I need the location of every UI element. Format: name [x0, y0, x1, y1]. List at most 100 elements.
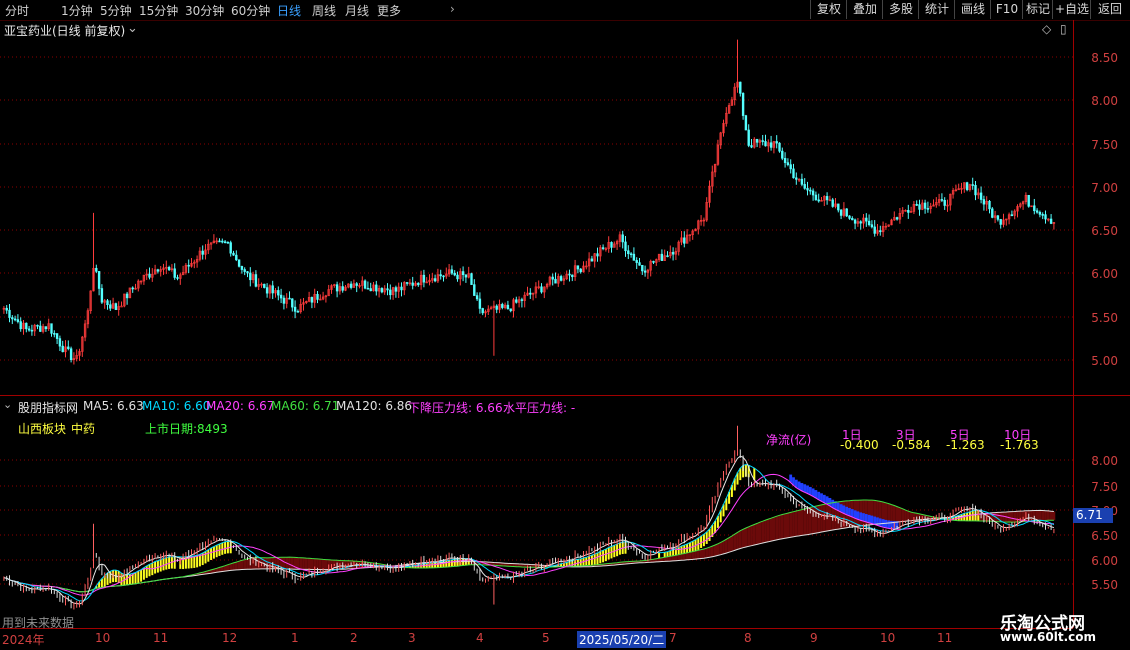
- y-tick: 8.50: [1091, 51, 1118, 65]
- candle-body: [109, 304, 112, 309]
- candle-body: [1038, 211, 1042, 215]
- candle-body: [814, 194, 818, 201]
- y-tick: 6.50: [1091, 224, 1118, 238]
- candle-body: [837, 203, 840, 211]
- candle-body: [991, 208, 994, 218]
- chevron-down-icon[interactable]: ⌄: [127, 21, 138, 36]
- candle-body: [61, 345, 64, 353]
- sector-label: 山西板块: [18, 422, 67, 436]
- candle-body: [291, 298, 294, 308]
- netflow-value: -1.763: [1000, 438, 1039, 452]
- candle-body: [27, 328, 31, 331]
- candle-body: [915, 204, 918, 206]
- candle-body: [624, 241, 627, 252]
- candle-body: [501, 304, 504, 308]
- chart-canvas[interactable]: [0, 0, 1130, 650]
- candle-body: [16, 319, 20, 322]
- candle-body: [55, 333, 59, 339]
- candle-body: [750, 145, 753, 148]
- indicator-fill: [95, 464, 1056, 589]
- chevron-down-icon[interactable]: ⌄: [3, 398, 12, 411]
- candle-body: [44, 326, 48, 330]
- panel-toggle-icon[interactable]: ▯: [1060, 22, 1067, 36]
- candle-body: [263, 283, 266, 288]
- candle-body: [271, 285, 274, 294]
- y-tick: 5.50: [1091, 311, 1118, 325]
- candle-body: [621, 234, 624, 243]
- x-tick: 4: [476, 631, 484, 645]
- candle-body: [806, 188, 809, 191]
- candle-body: [223, 241, 227, 244]
- netflow-value: -0.400: [840, 438, 879, 452]
- candle-body: [851, 218, 854, 221]
- candle-body: [859, 221, 862, 224]
- listing-date-label: 上市日期:8493: [145, 422, 228, 436]
- candle-body: [817, 199, 820, 202]
- candle-body: [293, 306, 297, 312]
- candle-body: [114, 303, 118, 310]
- candle-body: [943, 200, 946, 206]
- candle-body: [254, 274, 258, 287]
- candle-body: [288, 297, 291, 300]
- candle-body: [629, 253, 633, 256]
- candle-body: [761, 140, 764, 142]
- candle-body: [596, 253, 599, 257]
- diamond-icon[interactable]: ◇: [1042, 22, 1051, 36]
- candle-body: [187, 264, 190, 267]
- candle-body: [974, 184, 977, 196]
- indicator-name[interactable]: 股朋指标网: [18, 399, 78, 416]
- candle-body: [422, 274, 426, 283]
- candle-body: [481, 308, 484, 314]
- candle-body: [571, 274, 574, 278]
- x-tick: 5: [542, 631, 550, 645]
- candle-body: [355, 283, 358, 286]
- candle-body: [237, 259, 241, 267]
- x-tick: 3: [408, 631, 416, 645]
- candle-body: [100, 288, 104, 303]
- candle-body: [95, 267, 98, 272]
- candle-body: [229, 242, 232, 254]
- candle-body: [965, 182, 969, 191]
- candle-body: [643, 270, 647, 273]
- y-tick: 6.50: [1091, 529, 1118, 543]
- candle-body: [867, 220, 871, 225]
- candle-body: [30, 329, 34, 332]
- candle-body: [450, 269, 454, 274]
- candle-body: [831, 199, 834, 207]
- candle-body: [940, 199, 944, 201]
- candle-body: [638, 262, 641, 266]
- candle-body: [839, 209, 843, 216]
- candle-body: [907, 210, 910, 213]
- candle-body: [464, 274, 468, 278]
- candle-body: [125, 293, 129, 299]
- candle-body: [811, 190, 815, 196]
- candle-body: [873, 226, 876, 234]
- candle-body: [988, 200, 991, 210]
- candle-body: [769, 142, 773, 148]
- y-tick: 5.00: [1091, 354, 1118, 368]
- candle-body: [246, 271, 249, 274]
- x-tick: 7: [669, 631, 677, 645]
- candle-body: [800, 178, 804, 185]
- x-tick: 2024年: [2, 633, 45, 647]
- candle-body: [671, 251, 675, 255]
- candle-body: [53, 333, 56, 335]
- candle-body: [809, 189, 812, 192]
- x-tick: 9: [810, 631, 818, 645]
- candle-body: [879, 230, 882, 233]
- candle-body: [576, 265, 580, 270]
- candle-body: [1033, 205, 1036, 212]
- candle-body: [310, 297, 314, 303]
- candle-body: [610, 242, 613, 248]
- candle-body: [739, 81, 742, 94]
- candle-body: [11, 317, 14, 320]
- y-tick: 6.00: [1091, 554, 1118, 568]
- candle-body: [1044, 214, 1047, 220]
- candle-body: [405, 282, 409, 284]
- x-tick: 10: [95, 631, 111, 645]
- candle-body: [176, 277, 179, 279]
- candle-body: [660, 253, 664, 261]
- stock-title: 亚宝药业(日线 前复权): [4, 24, 126, 38]
- ma10-value: MA10: 6.60: [142, 399, 211, 413]
- candle-body: [865, 217, 868, 222]
